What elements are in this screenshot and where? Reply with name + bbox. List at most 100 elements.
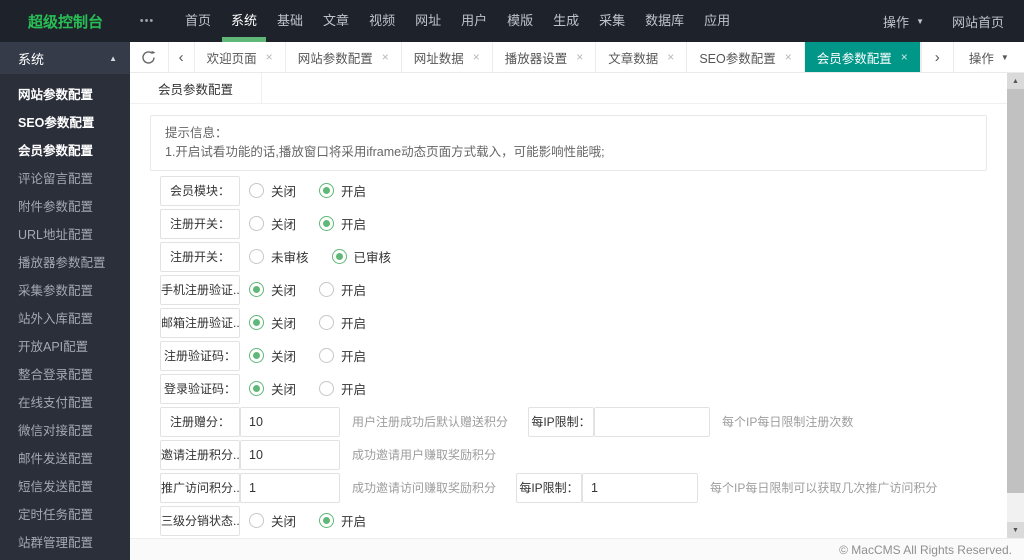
menu-dots-icon[interactable]: •••	[130, 15, 164, 27]
number-input[interactable]	[240, 439, 340, 470]
field-hint: 每个IP每日限制可以获取几次推广访问积分	[710, 481, 938, 495]
sidebar-item[interactable]: 采集参数配置	[0, 277, 130, 305]
field-label: 会员模块：	[160, 175, 240, 206]
tab-close-icon[interactable]: ×	[785, 50, 792, 64]
tab-item[interactable]: 文章数据 ×	[596, 42, 688, 72]
number-input[interactable]	[594, 406, 711, 437]
radio-label: 关闭	[271, 515, 297, 529]
sidebar-item[interactable]: 开放API配置	[0, 333, 130, 361]
radio-option[interactable]: 关闭	[249, 379, 296, 398]
sidebar-item[interactable]: 播放器参数配置	[0, 249, 130, 277]
brand-title[interactable]: 超级控制台	[0, 11, 130, 32]
tab-label: 文章数据	[608, 51, 659, 66]
top-nav-item[interactable]: 首页	[176, 0, 220, 42]
form-row: 会员模块： 关闭 开启	[160, 174, 1007, 207]
tab-item[interactable]: 网址数据 ×	[402, 42, 493, 72]
tab-close-icon[interactable]: ×	[576, 50, 583, 64]
sidebar-item[interactable]: 站外入库配置	[0, 305, 130, 333]
tab-close-icon[interactable]: ×	[266, 50, 273, 64]
tabs-scroll-left-button[interactable]: ‹	[168, 42, 195, 72]
top-nav-item[interactable]: 系统	[222, 0, 267, 42]
sidebar-item[interactable]: 在线支付配置	[0, 389, 130, 417]
sidebar-item[interactable]: 评论留言配置	[0, 165, 130, 193]
radio-label: 关闭	[271, 185, 297, 199]
radio-option[interactable]: 关闭	[249, 280, 296, 299]
top-nav-item[interactable]: 应用	[695, 0, 739, 42]
radio-icon	[319, 282, 335, 297]
topbar-action-dropdown[interactable]: 操作 ▼	[883, 12, 924, 31]
radio-option[interactable]: 已审核	[331, 247, 391, 266]
top-nav-item[interactable]: 数据库	[636, 0, 693, 42]
radio-option[interactable]: 未审核	[249, 247, 309, 266]
tab-close-icon[interactable]: ×	[667, 50, 674, 64]
top-nav-item[interactable]: 模版	[498, 0, 542, 42]
radio-icon	[319, 513, 335, 528]
top-nav-item[interactable]: 生成	[544, 0, 588, 42]
refresh-button[interactable]	[130, 42, 169, 72]
tab-item[interactable]: 网站参数配置 ×	[286, 42, 402, 72]
sidebar-item[interactable]: 网站参数配置	[0, 81, 130, 109]
radio-label: 开启	[341, 317, 367, 331]
radio-option[interactable]: 开启	[319, 181, 366, 200]
radio-option[interactable]: 关闭	[249, 346, 296, 365]
scrollbar-thumb[interactable]	[1007, 89, 1024, 493]
radio-option[interactable]: 关闭	[249, 181, 296, 200]
sidebar-item[interactable]: 定时任务配置	[0, 501, 130, 529]
scroll-down-arrow-icon[interactable]: ▼	[1007, 522, 1024, 538]
sidebar-item[interactable]: 短信发送配置	[0, 473, 130, 501]
tab-item[interactable]: SEO参数配置 ×	[687, 42, 805, 72]
number-input[interactable]	[240, 472, 340, 503]
top-nav-item[interactable]: 采集	[590, 0, 634, 42]
radio-label: 关闭	[271, 284, 297, 298]
sidebar-item[interactable]: 邮件发送配置	[0, 445, 130, 473]
sidebar-item[interactable]: 微信对接配置	[0, 417, 130, 445]
top-nav-item[interactable]: 文章	[314, 0, 358, 42]
site-home-link[interactable]: 网站首页	[952, 12, 1004, 31]
sidebar-group-system[interactable]: 系统 ▲	[0, 42, 130, 74]
tab-actions-dropdown[interactable]: 操作 ▼	[952, 42, 1024, 72]
sidebar-item[interactable]: 会员参数配置	[0, 137, 130, 165]
field-label: 手机注册验证...	[160, 274, 240, 305]
top-nav-item[interactable]: 基础	[268, 0, 312, 42]
top-nav-item[interactable]: 视频	[360, 0, 404, 42]
number-input[interactable]	[240, 406, 340, 437]
radio-option[interactable]: 关闭	[249, 511, 296, 530]
notice-line: 1.开启试看功能的话,播放窗口将采用iframe动态页面方式载入，可能影响性能哦…	[165, 145, 605, 159]
sidebar-item[interactable]: 附件参数配置	[0, 193, 130, 221]
content-panel: 会员参数配置 提示信息： 1.开启试看功能的话,播放窗口将采用iframe动态页…	[130, 73, 1007, 538]
tab-close-icon[interactable]: ×	[473, 50, 480, 64]
radio-icon	[319, 348, 335, 363]
radio-option[interactable]: 开启	[319, 346, 366, 365]
form-row: 手机注册验证... 关闭 开启	[160, 273, 1007, 306]
radio-option[interactable]: 开启	[319, 214, 366, 233]
radio-option[interactable]: 关闭	[249, 313, 296, 332]
radio-option[interactable]: 开启	[319, 280, 366, 299]
field-label: 登录验证码：	[160, 373, 240, 404]
field-label: 邀请注册积分...	[160, 439, 240, 470]
tab-close-icon[interactable]: ×	[901, 50, 908, 64]
sidebar-item[interactable]: 站群管理配置	[0, 529, 130, 557]
top-nav-item[interactable]: 用户	[452, 0, 496, 42]
tab-item[interactable]: 欢迎页面 ×	[195, 42, 286, 72]
sidebar-item[interactable]: 整合登录配置	[0, 361, 130, 389]
notice-box: 提示信息： 1.开启试看功能的话,播放窗口将采用iframe动态页面方式载入，可…	[150, 115, 987, 171]
sidebar-item[interactable]: URL地址配置	[0, 221, 130, 249]
page-tab-member-config[interactable]: 会员参数配置	[130, 73, 262, 103]
tab-item[interactable]: 播放器设置 ×	[493, 42, 597, 72]
tab-item[interactable]: 会员参数配置 ×	[804, 42, 921, 72]
tabs-scroll-right-button[interactable]: ›	[920, 42, 953, 72]
radio-label: 开启	[341, 218, 367, 232]
number-input[interactable]	[582, 472, 699, 503]
sidebar-item[interactable]: SEO参数配置	[0, 109, 130, 137]
radio-option[interactable]: 关闭	[249, 214, 296, 233]
radio-option[interactable]: 开启	[319, 379, 366, 398]
vertical-scrollbar[interactable]: ▲ ▼	[1007, 73, 1024, 538]
top-nav-item[interactable]: 网址	[406, 0, 450, 42]
top-nav: 首页 系统 基础 文章 视频 网址 用户 模版 生成 采集 数据库 应用	[176, 0, 741, 42]
radio-option[interactable]: 开启	[319, 313, 366, 332]
scroll-up-arrow-icon[interactable]: ▲	[1007, 73, 1024, 89]
field-label: 每IP限制：	[516, 472, 583, 503]
radio-icon	[249, 282, 264, 297]
tab-close-icon[interactable]: ×	[382, 50, 389, 64]
radio-option[interactable]: 开启	[319, 511, 366, 530]
